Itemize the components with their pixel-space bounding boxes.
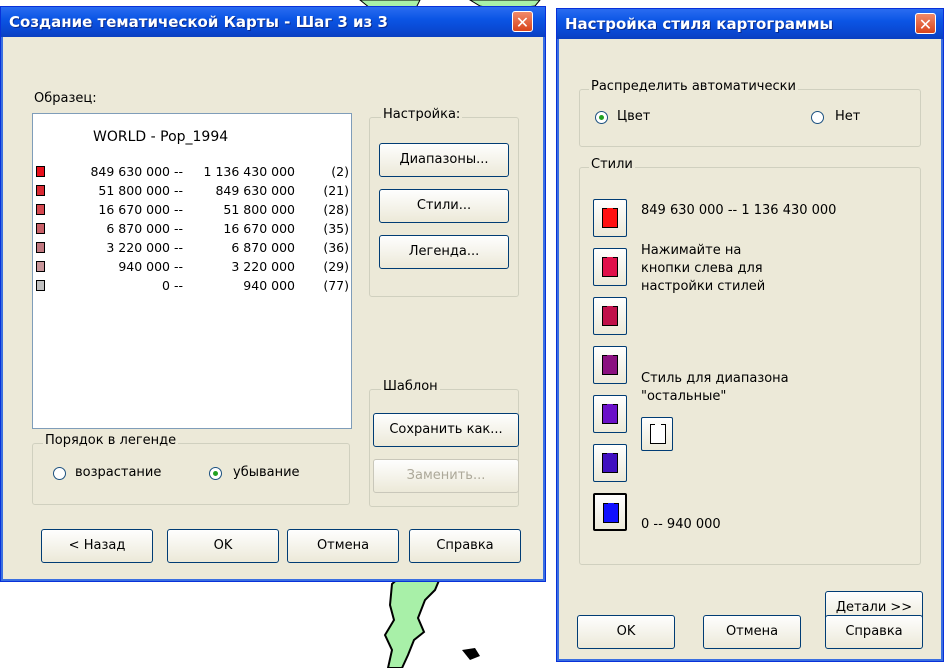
other-style-button[interactable]	[641, 417, 673, 451]
legend-button[interactable]: Легенда...	[379, 235, 509, 269]
range-swatch	[36, 185, 45, 196]
color-radio[interactable]	[595, 111, 608, 124]
range-from: 3 220 000 --	[106, 240, 183, 255]
window-title: Создание тематической Карты - Шаг 3 из 3	[9, 13, 388, 31]
style-swatch	[602, 355, 618, 375]
style-button-1[interactable]	[593, 199, 627, 237]
style-button-2[interactable]	[593, 248, 627, 286]
style-button-5[interactable]	[593, 395, 627, 433]
none-radio[interactable]	[811, 111, 824, 124]
style-button-3[interactable]	[593, 297, 627, 335]
help-button[interactable]: Справка	[825, 615, 923, 649]
range-to: 51 800 000	[223, 202, 295, 217]
ok-button[interactable]: OK	[577, 615, 675, 649]
ok-button[interactable]: OK	[167, 529, 279, 563]
close-button[interactable]: ✕	[915, 13, 936, 34]
hint-line-2: кнопки слева для	[641, 261, 763, 276]
cancel-button[interactable]: Отмена	[287, 529, 399, 563]
style-swatch	[602, 453, 618, 473]
style-swatch	[602, 404, 618, 424]
ascending-radio[interactable]	[53, 467, 66, 480]
template-group-label: Шаблон	[381, 379, 440, 394]
styles-group-label: Стили	[589, 157, 635, 172]
thematic-map-wizard-dialog: Создание тематической Карты - Шаг 3 из 3…	[0, 6, 546, 582]
style-button-7[interactable]	[593, 493, 627, 531]
descending-label: убывание	[233, 465, 300, 480]
choropleth-style-dialog: Настройка стиля картограммы ✕ Распредели…	[556, 8, 944, 662]
range-to: 16 670 000	[223, 221, 295, 236]
close-button[interactable]: ✕	[512, 11, 533, 32]
cancel-button[interactable]: Отмена	[703, 615, 801, 649]
ranges-button[interactable]: Диапазоны...	[379, 143, 509, 177]
styles-group	[579, 167, 921, 565]
bottom-range-label: 0 -- 940 000	[641, 517, 721, 532]
legend-title: WORLD - Pop_1994	[93, 129, 229, 145]
range-from: 0 --	[162, 278, 183, 293]
settings-group-label: Настройка:	[381, 107, 463, 122]
range-from: 940 000 --	[118, 259, 183, 274]
save-as-button[interactable]: Сохранить как...	[373, 413, 519, 447]
range-swatch	[36, 242, 45, 253]
range-count: (29)	[323, 259, 349, 274]
sample-label: Образец:	[34, 91, 97, 106]
range-to: 940 000	[243, 278, 295, 293]
range-count: (35)	[323, 221, 349, 236]
range-count: (28)	[323, 202, 349, 217]
style-swatch	[602, 208, 618, 228]
color-label: Цвет	[617, 109, 651, 124]
ascending-label: возрастание	[75, 465, 162, 480]
other-style-swatch	[650, 424, 666, 444]
range-from: 16 670 000 --	[98, 202, 183, 217]
range-swatch	[36, 204, 45, 215]
legend-preview: WORLD - Pop_1994 849 630 000 -- 1 136 430…	[32, 113, 352, 429]
range-swatch	[36, 223, 45, 234]
map-island	[462, 648, 480, 660]
range-count: (2)	[331, 164, 349, 179]
range-to: 849 630 000	[215, 183, 295, 198]
range-count: (77)	[323, 278, 349, 293]
auto-distribute-group-label: Распределить автоматически	[589, 79, 798, 94]
style-swatch	[602, 257, 618, 277]
range-swatch	[36, 280, 45, 291]
title-bar: Настройка стиля картограммы ✕	[557, 9, 943, 39]
window-title: Настройка стиля картограммы	[565, 15, 834, 33]
map-landmass-south-america	[383, 566, 442, 668]
styles-button[interactable]: Стили...	[379, 189, 509, 223]
range-from: 6 870 000 --	[106, 221, 183, 236]
top-range-label: 849 630 000 -- 1 136 430 000	[641, 203, 837, 218]
help-button[interactable]: Справка	[409, 529, 521, 563]
style-button-6[interactable]	[593, 444, 627, 482]
range-swatch	[36, 261, 45, 272]
range-from: 51 800 000 --	[98, 183, 183, 198]
range-to: 6 870 000	[231, 240, 295, 255]
other-style-label-2: "остальные"	[641, 389, 727, 404]
range-from: 849 630 000 --	[90, 164, 183, 179]
style-button-4[interactable]	[593, 346, 627, 384]
other-style-label-1: Стиль для диапазона	[641, 371, 789, 386]
title-bar: Создание тематической Карты - Шаг 3 из 3…	[1, 7, 545, 37]
replace-button: Заменить...	[373, 459, 519, 493]
hint-line-3: настройки стилей	[641, 279, 766, 294]
legend-order-group-label: Порядок в легенде	[43, 433, 179, 448]
range-to: 3 220 000	[231, 259, 295, 274]
style-swatch	[602, 306, 618, 326]
descending-radio[interactable]	[209, 467, 222, 480]
range-swatch	[36, 166, 45, 177]
none-label: Нет	[835, 109, 861, 124]
range-count: (21)	[323, 183, 349, 198]
range-to: 1 136 430 000	[203, 164, 295, 179]
back-button[interactable]: < Назад	[41, 529, 153, 563]
style-swatch	[603, 503, 619, 523]
range-count: (36)	[323, 240, 349, 255]
hint-line-1: Нажимайте на	[641, 243, 742, 258]
